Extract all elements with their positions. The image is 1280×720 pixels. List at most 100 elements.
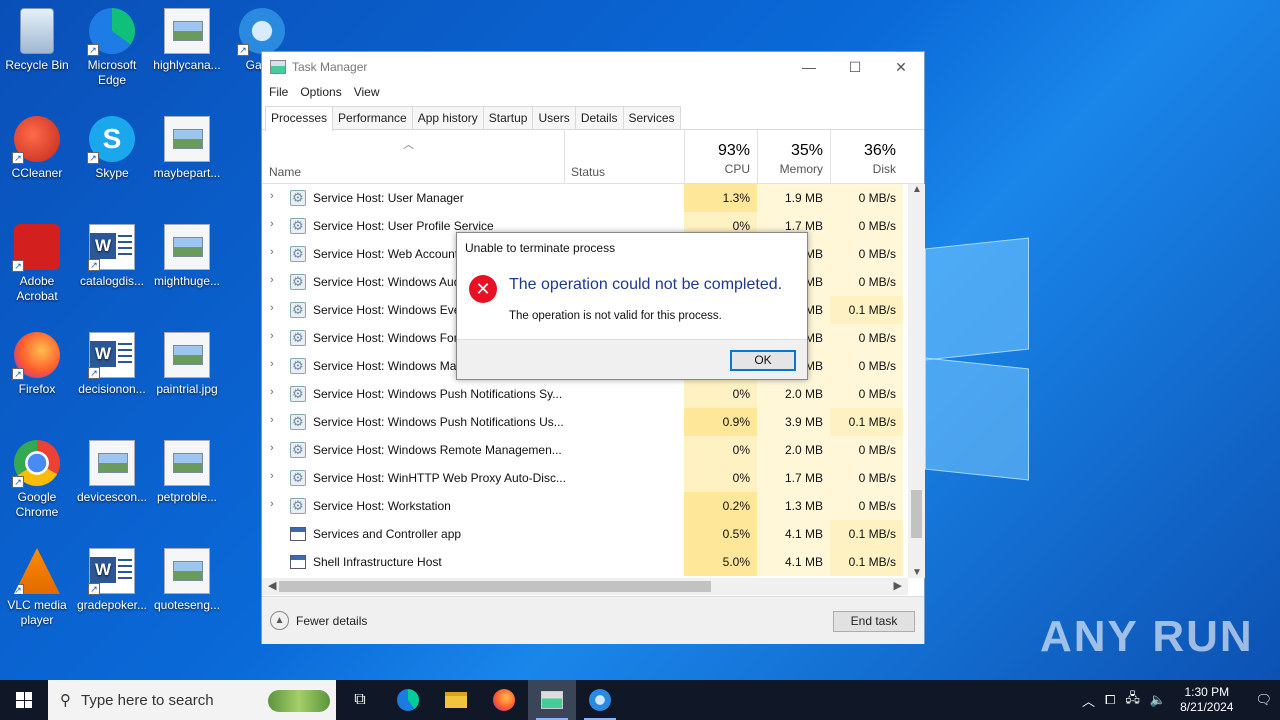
tab-details[interactable]: Details <box>574 106 624 129</box>
service-gear-icon <box>290 246 306 262</box>
column-cpu[interactable]: 93% CPU <box>684 130 757 184</box>
expand-chevron-icon[interactable]: › <box>270 274 274 286</box>
column-status[interactable]: Status <box>564 130 684 184</box>
desktop-icon-google-chrome[interactable]: ↗ Google Chrome <box>0 440 75 520</box>
notifications-icon[interactable]: 🗨 <box>1255 692 1272 708</box>
game-icon: ↗ <box>237 8 285 56</box>
expand-chevron-icon[interactable]: › <box>270 330 274 342</box>
process-row[interactable]: › Service Host: Workstation 0.2%1.3 MB0 MB… <box>262 492 906 520</box>
taskbar-search-box[interactable]: ⚲ Type here to search <box>48 680 336 720</box>
tab-app-history[interactable]: App history <box>411 106 484 129</box>
tab-users[interactable]: Users <box>532 106 576 129</box>
minimize-button[interactable]: — <box>786 59 832 76</box>
desktop-icon-vlc-media-player[interactable]: ↗ VLC media player <box>0 548 75 628</box>
process-row[interactable]: Shell Infrastructure Host 5.0% 4.1 MB 0.1 M… <box>262 548 906 576</box>
tab-performance[interactable]: Performance <box>332 106 413 129</box>
ok-button[interactable]: OK <box>730 350 796 371</box>
desktop-icon-highlycana[interactable]: highlycana... <box>149 8 225 73</box>
column-name[interactable]: Name <box>269 165 301 179</box>
desktop-icon-paintrial-jpg[interactable]: paintrial.jpg <box>149 332 225 397</box>
file-explorer-icon[interactable] <box>432 680 480 720</box>
hscroll-thumb[interactable] <box>279 581 711 592</box>
taskbar-task-manager-icon[interactable] <box>528 680 576 720</box>
expand-chevron-icon[interactable]: › <box>270 386 274 398</box>
shortcut-arrow-icon: ↗ <box>12 476 24 488</box>
scroll-thumb[interactable] <box>911 490 922 538</box>
expand-chevron-icon[interactable]: › <box>270 414 274 426</box>
volume-icon[interactable]: 🔈 <box>1150 692 1166 708</box>
taskbar-firefox-icon[interactable] <box>480 680 528 720</box>
tab-services[interactable]: Services <box>622 106 681 129</box>
tray-overflow-icon[interactable]: ︿ <box>1082 691 1095 710</box>
disk-cell: 0.1 MB/s <box>830 520 903 548</box>
expand-chevron-icon[interactable]: › <box>270 358 274 370</box>
disk-cell: 0 MB/s <box>830 492 903 520</box>
taskbar-edge-icon[interactable] <box>384 680 432 720</box>
desktop-icon-mighthuge[interactable]: mighthuge... <box>149 224 225 289</box>
desktop-icon-ccleaner[interactable]: ↗ CCleaner <box>0 116 75 181</box>
process-row[interactable]: › Service Host: User Manager 1.3%1.9 MB0 M… <box>262 184 906 212</box>
cpu-cell: 0% <box>684 436 757 464</box>
desktop-icon-maybepart[interactable]: maybepart... <box>149 116 225 181</box>
expand-chevron-icon[interactable]: › <box>270 246 274 258</box>
desktop-icon-gradepoker[interactable]: W ↗ gradepoker... <box>74 548 150 613</box>
desktop-icon-label: highlycana... <box>153 58 221 72</box>
ccleaner-icon: ↗ <box>12 116 60 164</box>
scroll-down-icon[interactable]: ▼ <box>912 567 922 578</box>
expand-chevron-icon[interactable]: › <box>270 498 274 510</box>
process-row[interactable]: Services and Controller app 0.5% 4.1 MB 0.1… <box>262 520 906 548</box>
menu-view[interactable]: View <box>354 85 380 99</box>
task-view-icon[interactable]: ⧉ <box>336 680 384 720</box>
desktop-icon-recycle-bin[interactable]: Recycle Bin <box>0 8 75 73</box>
column-disk[interactable]: 36% Disk <box>830 130 903 184</box>
vertical-scrollbar[interactable]: ▲ ▼ <box>908 184 925 578</box>
tab-processes[interactable]: Processes <box>265 106 334 131</box>
error-dialog[interactable]: Unable to terminate process ✕ The operat… <box>456 232 808 380</box>
network-icon[interactable]: 🖧 <box>1125 689 1140 711</box>
footer: ▲ Fewer details End task <box>262 596 924 644</box>
desktop-icon-petproble[interactable]: petproble... <box>149 440 225 505</box>
desktop-icon-firefox[interactable]: ↗ Firefox <box>0 332 75 397</box>
expand-chevron-icon[interactable]: › <box>270 442 274 454</box>
column-memory[interactable]: 35% Memory <box>757 130 830 184</box>
image-file-icon <box>164 8 210 54</box>
menu-file[interactable]: File <box>269 85 288 99</box>
desktop-icon-microsoft-edge[interactable]: ↗ Microsoft Edge <box>74 8 150 88</box>
clock[interactable]: 1:30 PM 8/21/2024 <box>1180 685 1233 715</box>
desktop-icon-quoteseng[interactable]: quoteseng... <box>149 548 225 613</box>
close-button[interactable]: ✕ <box>878 59 924 76</box>
desktop-icon-adobe-acrobat[interactable]: ↗ Adobe Acrobat <box>0 224 75 304</box>
menu-options[interactable]: Options <box>300 85 341 99</box>
process-row[interactable]: › Service Host: Windows Push Notification… <box>262 408 906 436</box>
desktop-icon-label: mighthuge... <box>153 274 221 288</box>
desktop-icon-devicescon[interactable]: devicescon... <box>74 440 150 505</box>
fewer-details-button[interactable]: ▲ Fewer details <box>270 611 367 630</box>
title-bar[interactable]: Task Manager — ☐ ✕ <box>262 52 924 82</box>
process-row[interactable]: › Service Host: Windows Remote Managemen.… <box>262 436 906 464</box>
desktop-icon-decisionon[interactable]: W ↗ decisionon... <box>74 332 150 397</box>
cpu-cell: 0.9% <box>684 408 757 436</box>
expand-chevron-icon[interactable]: › <box>270 470 274 482</box>
tray-device-icon[interactable]: ⧠ <box>1105 692 1115 708</box>
expand-chevron-icon[interactable]: › <box>270 218 274 230</box>
memory-cell: 1.9 MB <box>757 184 830 212</box>
start-button[interactable] <box>0 680 48 720</box>
desktop-icon-skype[interactable]: S ↗ Skype <box>74 116 150 181</box>
process-row[interactable]: › Service Host: Windows Push Notification… <box>262 380 906 408</box>
scroll-left-icon[interactable]: ◀ <box>268 579 276 592</box>
taskbar-game-icon[interactable] <box>576 680 624 720</box>
desktop-icon-catalogdis[interactable]: W ↗ catalogdis... <box>74 224 150 289</box>
scroll-right-icon[interactable]: ▶ <box>894 579 902 592</box>
end-task-button[interactable]: End task <box>833 611 915 632</box>
horizontal-scrollbar[interactable]: ◀ ▶ <box>262 578 908 595</box>
word-doc-icon: W ↗ <box>88 548 135 595</box>
tab-startup[interactable]: Startup <box>482 106 534 129</box>
expand-chevron-icon[interactable]: › <box>270 190 274 202</box>
expand-chevron-icon[interactable]: › <box>270 302 274 314</box>
maximize-button[interactable]: ☐ <box>832 59 878 76</box>
error-icon: ✕ <box>469 275 497 303</box>
process-row[interactable]: › Service Host: WinHTTP Web Proxy Auto-Di… <box>262 464 906 492</box>
desktop-icon-label: Google Chrome <box>15 490 59 519</box>
scroll-up-icon[interactable]: ▲ <box>912 184 922 195</box>
shortcut-arrow-icon: ↗ <box>12 260 24 272</box>
